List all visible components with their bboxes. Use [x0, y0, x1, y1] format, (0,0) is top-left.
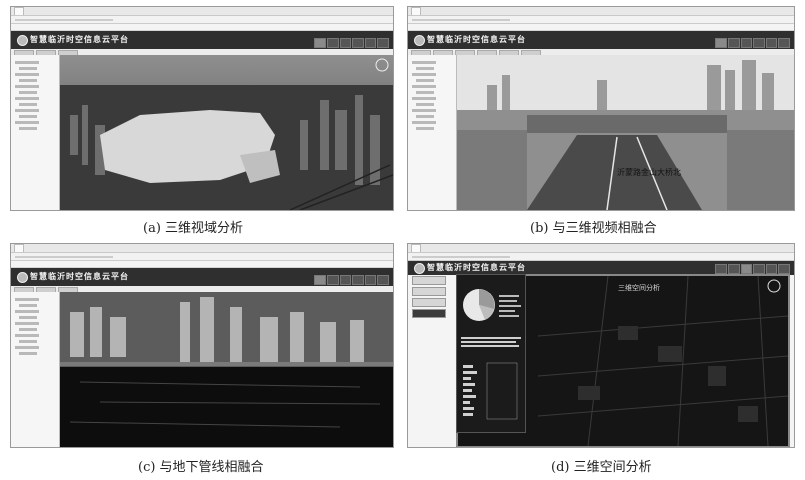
nav-item[interactable] — [715, 38, 728, 48]
app-header: 智慧临沂时空信息云平台 — [11, 268, 393, 286]
nav-item[interactable] — [364, 38, 377, 48]
caption-b: (b) 与三维视频相融合 — [530, 221, 657, 236]
caption-d: (d) 三维空间分析 — [551, 460, 652, 475]
analysis-menu-button[interactable] — [412, 287, 446, 296]
layer-tree[interactable] — [412, 61, 436, 133]
nav-item[interactable] — [715, 264, 728, 274]
address-bar — [11, 16, 393, 24]
caption-a: (a) 三维视域分析 — [143, 221, 244, 236]
nav-item[interactable] — [352, 38, 364, 48]
address-bar — [408, 253, 794, 261]
url-field[interactable] — [412, 18, 510, 21]
viewshed-scene — [60, 55, 393, 210]
address-bar — [11, 253, 393, 261]
nav-item[interactable] — [778, 38, 790, 48]
nav-item[interactable] — [765, 264, 778, 274]
bookmarks-bar — [11, 24, 393, 31]
app-header: 智慧临沂时空信息云平台 — [408, 261, 794, 275]
nav-item[interactable] — [740, 264, 753, 274]
nav-item[interactable] — [740, 38, 753, 48]
app-header: 智慧临沂时空信息云平台 — [11, 31, 393, 49]
pipeline-scene — [60, 292, 393, 447]
main-nav — [314, 38, 389, 48]
nav-item[interactable] — [765, 38, 778, 48]
bookmarks-bar — [11, 261, 393, 268]
nav-item[interactable] — [778, 264, 790, 274]
caption-c: (c) 与地下管线相融合 — [138, 460, 264, 475]
nav-item[interactable] — [327, 38, 339, 48]
browser-titlebar — [408, 7, 794, 16]
analysis-menu-button[interactable] — [412, 298, 446, 307]
browser-titlebar — [408, 244, 794, 253]
layer-tree[interactable] — [15, 298, 39, 358]
bookmarks-bar — [408, 24, 794, 31]
address-bar — [408, 16, 794, 24]
nav-item[interactable] — [327, 275, 339, 285]
app-title: 智慧临沂时空信息云平台 — [427, 34, 526, 44]
layer-tree-sidebar — [11, 292, 60, 447]
analysis-menu-button[interactable] — [412, 276, 446, 285]
analysis-overlay-title: 三维空间分析 — [618, 283, 660, 292]
nav-item[interactable] — [339, 275, 352, 285]
platform-logo-icon — [414, 263, 425, 274]
statistics-panel — [456, 274, 526, 433]
layer-tree-sidebar — [408, 55, 457, 210]
browser-tab[interactable] — [14, 7, 24, 15]
url-field[interactable] — [15, 255, 113, 258]
platform-logo-icon — [414, 35, 425, 46]
app-header: 智慧临沂时空信息云平台 — [408, 31, 794, 49]
nav-item[interactable] — [753, 38, 765, 48]
browser-titlebar — [11, 244, 393, 253]
app-title: 智慧临沂时空信息云平台 — [427, 262, 526, 272]
nav-item[interactable] — [377, 38, 389, 48]
nav-item[interactable] — [377, 275, 389, 285]
screenshot-video-fusion: 智慧临沂时空信息云平台 沂蒙路金山大桥北 — [407, 6, 795, 211]
platform-logo-icon — [17, 35, 28, 46]
browser-titlebar — [11, 7, 393, 16]
video-fusion-scene: 沂蒙路金山大桥北 — [457, 55, 794, 210]
nav-item[interactable] — [364, 275, 377, 285]
main-nav — [715, 38, 790, 48]
nav-item[interactable] — [753, 264, 765, 274]
nav-item[interactable] — [314, 275, 327, 285]
nav-item[interactable] — [339, 38, 352, 48]
3d-viewport[interactable] — [60, 292, 393, 447]
url-field[interactable] — [15, 18, 113, 21]
layer-tree[interactable] — [15, 61, 39, 133]
browser-tab[interactable] — [411, 244, 421, 252]
nav-item[interactable] — [728, 264, 740, 274]
nav-item[interactable] — [352, 275, 364, 285]
screenshot-space-analysis: 智慧临沂时空信息云平台 三维空间分析 — [407, 243, 795, 448]
nav-item[interactable] — [728, 38, 740, 48]
video-overlay-label: 沂蒙路金山大桥北 — [617, 167, 681, 177]
layer-tree-sidebar — [11, 55, 60, 210]
browser-tab[interactable] — [14, 244, 24, 252]
main-nav — [314, 275, 389, 285]
statistics-graphics — [461, 289, 521, 420]
3d-viewport[interactable]: 沂蒙路金山大桥北 — [457, 55, 794, 210]
app-title: 智慧临沂时空信息云平台 — [30, 34, 129, 44]
screenshot-pipeline-fusion: 智慧临沂时空信息云平台 — [10, 243, 394, 448]
3d-viewport[interactable] — [60, 55, 393, 210]
browser-tab[interactable] — [411, 7, 421, 15]
platform-logo-icon — [17, 272, 28, 283]
main-nav — [715, 264, 790, 274]
screenshot-viewshed-analysis: 智慧临沂时空信息云平台 — [10, 6, 394, 211]
url-field[interactable] — [412, 255, 510, 258]
app-title: 智慧临沂时空信息云平台 — [30, 271, 129, 281]
nav-item[interactable] — [314, 38, 327, 48]
analysis-menu-button-active[interactable] — [412, 309, 446, 318]
